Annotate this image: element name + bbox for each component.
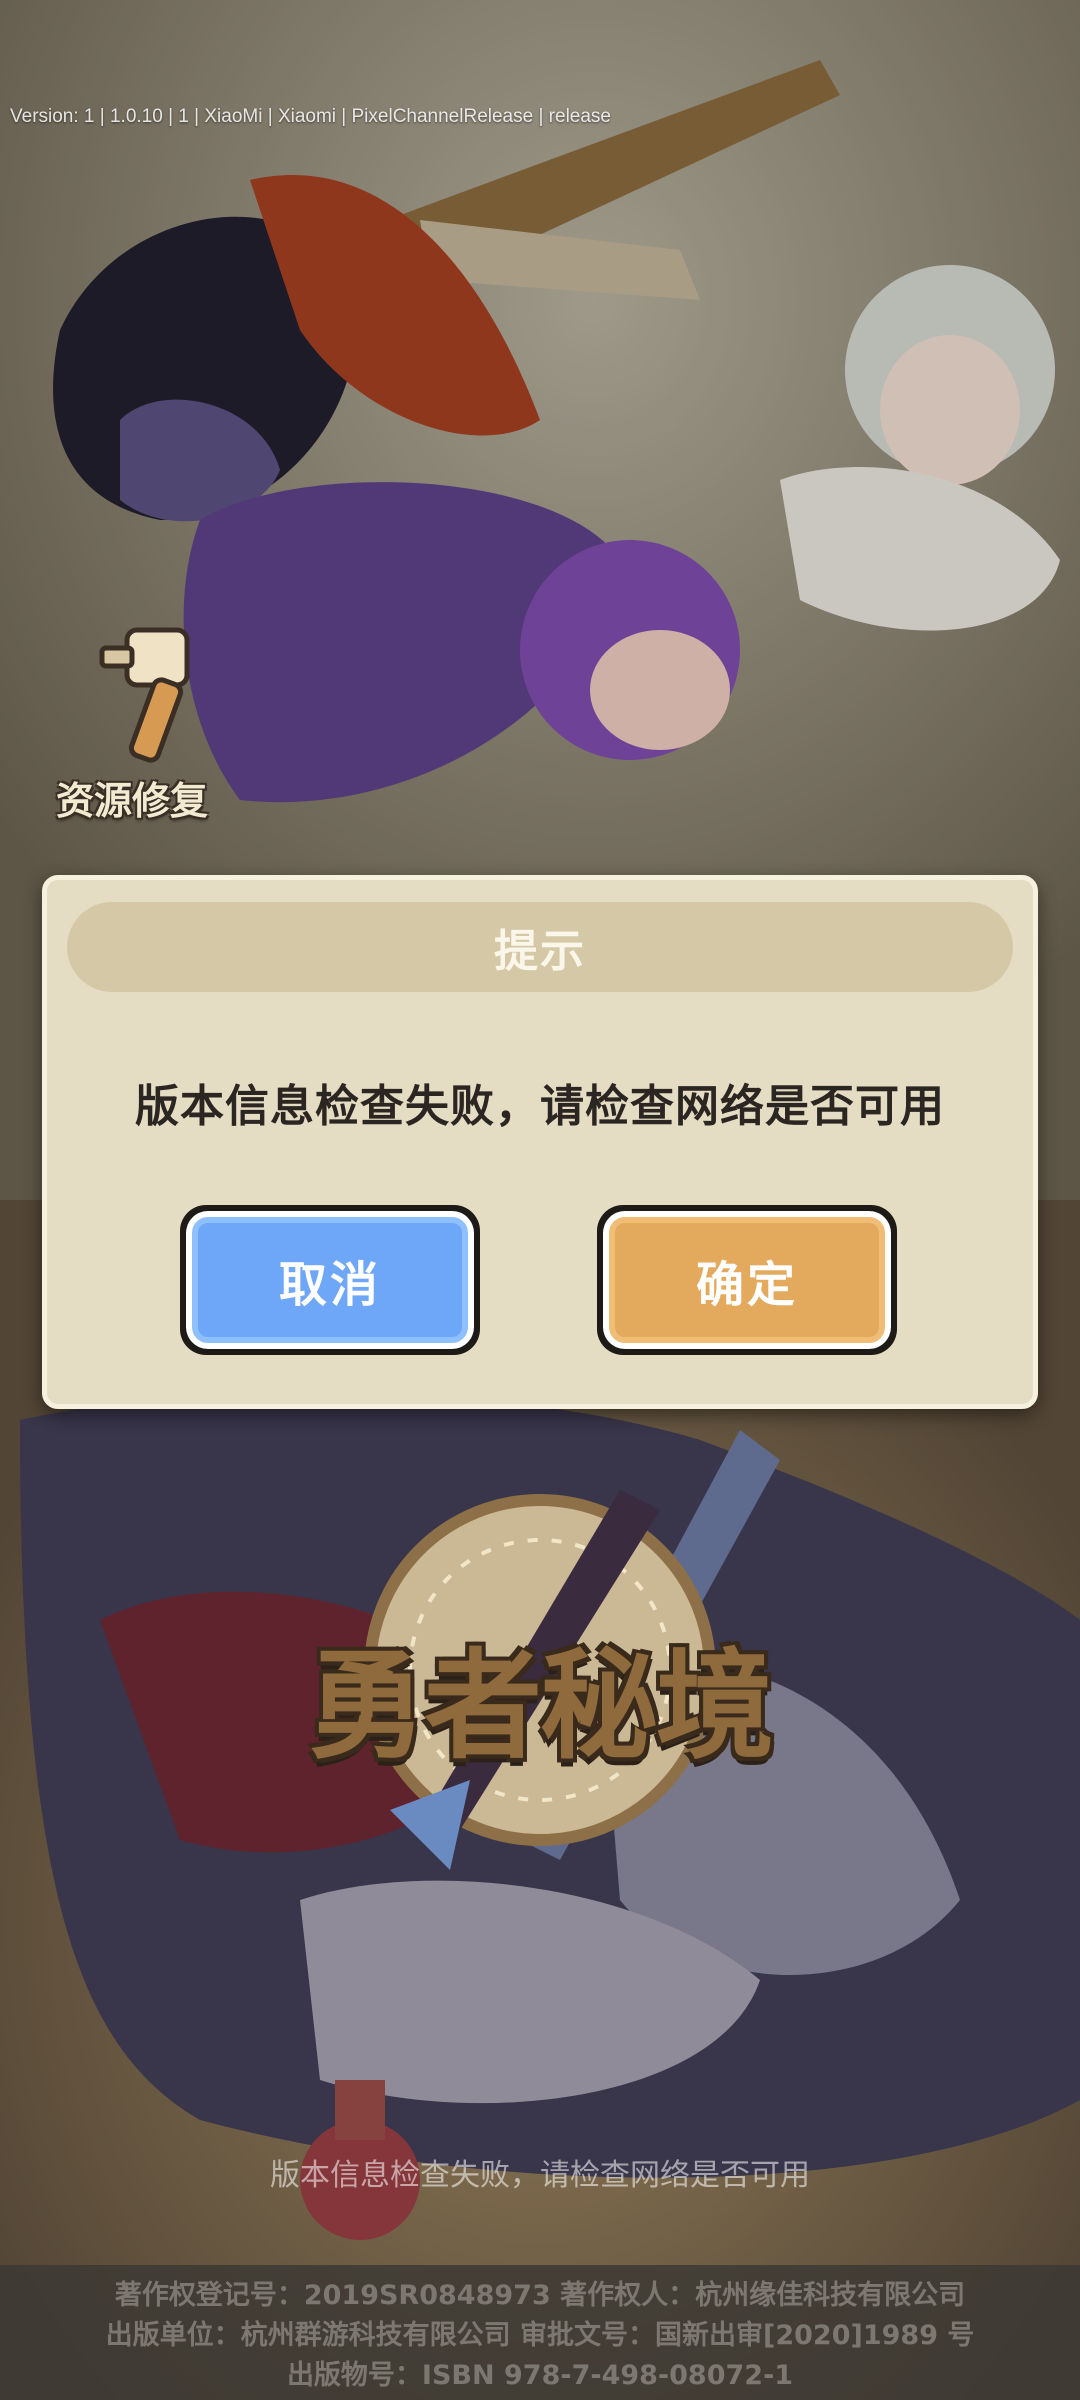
publisher-info: 出版单位：杭州群游科技有限公司 审批文号：国新出审[2020]1989 号 — [105, 2320, 975, 2351]
alert-dialog: 提示 版本信息检查失败，请检查网络是否可用 取消 确定 — [42, 875, 1038, 1409]
cancel-button-frame: 取消 — [186, 1211, 474, 1349]
dialog-title-bar: 提示 — [67, 902, 1013, 992]
loading-status-text: 版本信息检查失败，请检查网络是否可用 — [270, 2158, 810, 2193]
confirm-button-frame: 确定 — [603, 1211, 891, 1349]
dialog-title: 提示 — [494, 926, 586, 977]
resource-repair-label: 资源修复 — [56, 779, 209, 823]
cancel-button-label: 取消 — [192, 1217, 468, 1343]
hammer-icon — [99, 627, 190, 763]
confirm-button[interactable]: 确定 — [597, 1205, 897, 1371]
game-launch-screen: Version: 1 | 1.0.10 | 1 | XiaoMi | Xiaom… — [0, 0, 1080, 2400]
isbn-info: 出版物号：ISBN 978-7-498-08072-1 — [286, 2360, 794, 2391]
game-logo-text: 勇者秘境 — [307, 1637, 774, 1775]
cancel-button[interactable]: 取消 — [180, 1205, 480, 1371]
copyright-registration: 著作权登记号：2019SR0848973 著作权人：杭州缘佳科技有限公司 — [114, 2280, 966, 2311]
copyright-footer: 著作权登记号：2019SR0848973 著作权人：杭州缘佳科技有限公司 出版单… — [0, 2265, 1080, 2400]
resource-repair-button[interactable]: 资源修复 — [52, 610, 242, 830]
dialog-message: 版本信息检查失败，请检查网络是否可用 — [135, 1081, 945, 1132]
confirm-button-label: 确定 — [609, 1217, 885, 1343]
version-info: Version: 1 | 1.0.10 | 1 | XiaoMi | Xiaom… — [10, 106, 611, 127]
game-logo: 勇者秘境 — [240, 1480, 840, 1880]
